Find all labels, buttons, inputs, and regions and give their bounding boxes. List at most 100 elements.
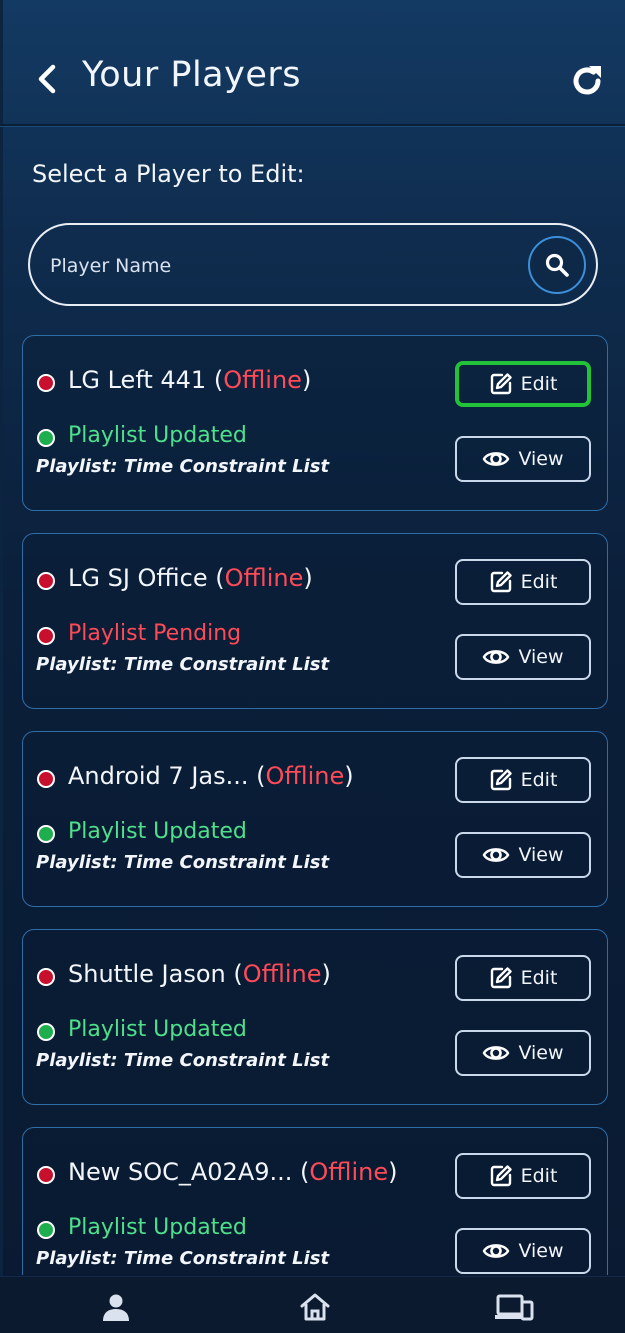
playlist-line: Playlist: Time Constraint List	[36, 654, 329, 675]
edit-label: Edit	[520, 967, 558, 989]
app: Your Players Select a Player to Edit: LG…	[0, 0, 625, 1333]
connection-status: Offline	[309, 1158, 389, 1186]
view-button[interactable]: View	[455, 1030, 591, 1076]
edit-button[interactable]: Edit	[455, 955, 591, 1001]
playlist-line: Playlist: Time Constraint List	[36, 456, 329, 477]
playlist-status: Playlist Updated	[68, 1017, 247, 1042]
view-label: View	[518, 646, 564, 668]
playlist-name: Time Constraint List	[123, 654, 330, 675]
search-button[interactable]	[528, 236, 586, 294]
player-list: LG Left 441 (Offline) Playlist Updated P…	[22, 335, 608, 1275]
player-card: LG Left 441 (Offline) Playlist Updated P…	[22, 335, 608, 511]
player-name-text: LG SJ Office	[68, 564, 208, 592]
refresh-icon	[573, 66, 601, 95]
edit-icon	[490, 373, 512, 395]
player-card: LG SJ Office (Offline) Playlist Pending …	[22, 533, 608, 709]
offline-indicator	[37, 1166, 55, 1184]
search-input[interactable]	[48, 243, 522, 289]
edit-button[interactable]: Edit	[455, 559, 591, 605]
player-name-text: LG Left 441	[68, 366, 207, 394]
offline-indicator	[37, 572, 55, 590]
edit-label: Edit	[520, 571, 558, 593]
edit-icon	[490, 769, 512, 791]
view-button[interactable]: View	[455, 436, 591, 482]
playlist-name: Time Constraint List	[123, 1050, 330, 1071]
playlist-status: Playlist Updated	[68, 819, 247, 844]
playlist-label: Playlist:	[36, 1050, 118, 1071]
playlist-line: Playlist: Time Constraint List	[36, 1050, 329, 1071]
home-icon	[300, 1293, 330, 1321]
edit-button[interactable]: Edit	[455, 1153, 591, 1199]
eye-icon	[483, 452, 510, 466]
player-card: New SOC_A02A9... (Offline) Playlist Upda…	[22, 1127, 608, 1275]
playlist-label: Playlist:	[36, 654, 118, 675]
edit-button[interactable]: Edit	[455, 361, 591, 407]
playlist-status: Playlist Updated	[68, 1215, 247, 1240]
playlist-name: Time Constraint List	[123, 852, 330, 873]
view-label: View	[518, 1042, 564, 1064]
playlist-label: Playlist:	[36, 1248, 118, 1269]
view-label: View	[518, 844, 564, 866]
playlist-label: Playlist:	[36, 852, 118, 873]
nav-devices[interactable]	[494, 1291, 534, 1323]
back-button[interactable]	[30, 56, 64, 102]
header: Your Players	[0, 0, 625, 126]
playlist-status: Playlist Updated	[68, 423, 247, 448]
connection-status: Offline	[224, 564, 304, 592]
edit-label: Edit	[520, 769, 558, 791]
player-name: LG SJ Office (Offline)	[68, 564, 313, 592]
player-name: New SOC_A02A9... (Offline)	[68, 1158, 398, 1186]
player-name-text: New SOC_A02A9...	[68, 1158, 293, 1186]
edit-icon	[490, 1165, 512, 1187]
edit-label: Edit	[520, 1165, 558, 1187]
offline-indicator	[37, 770, 55, 788]
player-name-text: Shuttle Jason	[68, 960, 226, 988]
player-name: LG Left 441 (Offline)	[68, 366, 312, 394]
player-name-text: Android 7 Jas...	[68, 762, 249, 790]
eye-icon	[483, 848, 510, 862]
playlist-line: Playlist: Time Constraint List	[36, 852, 329, 873]
playlist-name: Time Constraint List	[123, 456, 330, 477]
page-title: Your Players	[82, 55, 301, 95]
view-button[interactable]: View	[455, 1228, 591, 1274]
player-name: Android 7 Jas... (Offline)	[68, 762, 354, 790]
search-bar	[28, 223, 598, 306]
playlist-status-indicator	[37, 825, 55, 843]
view-button[interactable]: View	[455, 634, 591, 680]
edit-button[interactable]: Edit	[455, 757, 591, 803]
user-icon	[103, 1294, 129, 1321]
eye-icon	[483, 1046, 510, 1060]
select-player-label: Select a Player to Edit:	[32, 160, 305, 188]
playlist-name: Time Constraint List	[123, 1248, 330, 1269]
bottom-nav	[0, 1276, 625, 1333]
connection-status: Offline	[223, 366, 302, 394]
chevron-left-icon	[38, 64, 56, 94]
edit-icon	[490, 571, 512, 593]
search-icon	[545, 253, 569, 277]
view-label: View	[518, 448, 564, 470]
edit-icon	[490, 967, 512, 989]
player-name: Shuttle Jason (Offline)	[68, 960, 331, 988]
playlist-status: Playlist Pending	[68, 621, 242, 646]
player-card: Android 7 Jas... (Offline) Playlist Upda…	[22, 731, 608, 907]
view-label: View	[518, 1240, 564, 1262]
view-button[interactable]: View	[455, 832, 591, 878]
offline-indicator	[37, 968, 55, 986]
playlist-status-indicator	[37, 1023, 55, 1041]
playlist-line: Playlist: Time Constraint List	[36, 1248, 329, 1269]
nav-home[interactable]	[295, 1291, 335, 1323]
connection-status: Offline	[242, 960, 322, 988]
eye-icon	[483, 650, 510, 664]
playlist-status-indicator	[37, 1221, 55, 1239]
offline-indicator	[37, 374, 55, 392]
connection-status: Offline	[265, 762, 345, 790]
playlist-label: Playlist:	[36, 456, 118, 477]
refresh-button[interactable]	[566, 60, 608, 102]
playlist-status-indicator	[37, 429, 55, 447]
edit-label: Edit	[520, 373, 558, 395]
player-card: Shuttle Jason (Offline) Playlist Updated…	[22, 929, 608, 1105]
devices-icon	[495, 1294, 534, 1321]
playlist-status-indicator	[37, 627, 55, 645]
nav-profile[interactable]	[96, 1291, 136, 1323]
eye-icon	[483, 1244, 510, 1258]
